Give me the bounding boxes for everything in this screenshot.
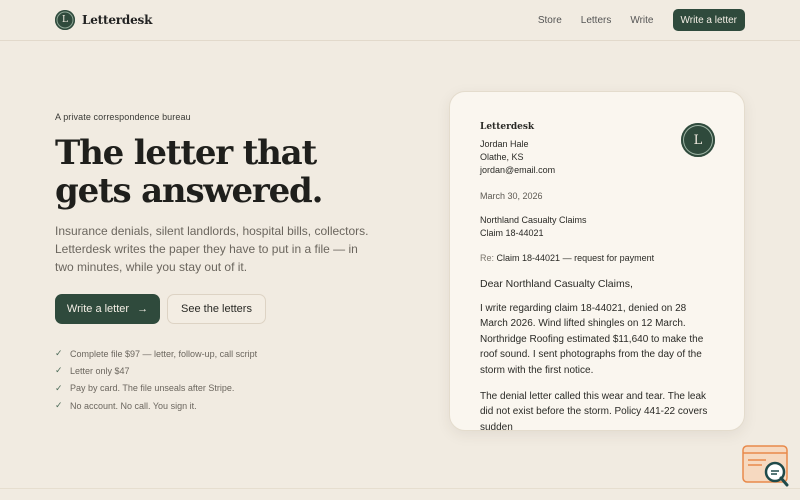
- sample-letter-card: L Letterdesk Jordan Hale Olathe, KS jord…: [449, 91, 745, 431]
- see-letters-button[interactable]: See the letters: [167, 294, 266, 324]
- subject-text: Claim 18-44021 — request for payment: [496, 253, 655, 263]
- letter-paragraph-2: The denial letter called this wear and t…: [480, 391, 708, 431]
- section-divider: [0, 488, 800, 489]
- letter-letterhead: Letterdesk: [480, 122, 535, 132]
- check-icon: ✓: [55, 382, 63, 393]
- nav-link-letters[interactable]: Letters: [581, 15, 612, 26]
- recipient-name: Northland Casualty Claims: [480, 215, 587, 225]
- checklist-item-text: Pay by card. The file unseals after Stri…: [70, 383, 235, 394]
- write-letter-button[interactable]: Write a letter →: [55, 294, 160, 324]
- checklist-item: ✓ Complete file $97 — letter, follow-up, …: [55, 345, 257, 362]
- hero-eyebrow: A private correspondence bureau: [55, 112, 191, 122]
- hero-subhead: Insurance denials, silent landlords, hos…: [55, 224, 369, 274]
- sender-name: Jordan Hale: [480, 139, 529, 149]
- sender-city: Olathe, KS: [480, 152, 524, 162]
- recipient-block: Northland Casualty Claims Claim 18-44021: [480, 214, 716, 240]
- letter-subject: Re: Claim 18-44021 — request for payment: [480, 253, 716, 263]
- top-navigation-bar: L Letterdesk Store Letters Write Write a…: [0, 0, 800, 41]
- nav-link-write[interactable]: Write: [630, 15, 653, 26]
- check-icon: ✓: [55, 400, 63, 411]
- checklist-item-text: Complete file $97 — letter, follow-up, c…: [70, 348, 258, 359]
- sender-email: jordan@email.com: [480, 165, 556, 175]
- letter-paragraph-1: I write regarding claim 18-44021, denied…: [480, 303, 704, 376]
- recipient-claim: Claim 18-44021: [480, 228, 544, 238]
- checklist-item: ✓ Letter only $47: [55, 362, 257, 379]
- check-icon: ✓: [55, 365, 63, 376]
- feature-checklist: ✓ Complete file $97 — letter, follow-up, …: [55, 345, 257, 414]
- letter-body: Letterdesk Jordan Hale Olathe, KS jordan…: [480, 122, 716, 431]
- checklist-item-text: Letter only $47: [70, 365, 130, 376]
- brand-name: Letterdesk: [82, 13, 153, 27]
- check-icon: ✓: [55, 348, 63, 359]
- letter-salutation: Dear Northland Casualty Claims,: [480, 278, 633, 290]
- nav-link-store[interactable]: Store: [538, 15, 562, 26]
- main-nav: Store Letters Write Write a letter: [538, 9, 745, 31]
- search-widget-icon[interactable]: [742, 445, 790, 487]
- letter-date: March 30, 2026: [480, 191, 543, 201]
- arrow-right-icon: →: [137, 303, 149, 315]
- subject-label: Re:: [480, 253, 495, 263]
- see-letters-button-label: See the letters: [181, 303, 252, 315]
- checklist-item: ✓ No account. No call. You sign it.: [55, 397, 257, 414]
- hero-headline-line-1: The letter that: [55, 133, 317, 173]
- brand[interactable]: L Letterdesk: [55, 10, 152, 30]
- header-write-letter-button[interactable]: Write a letter: [672, 9, 745, 31]
- checklist-item-text: No account. No call. You sign it.: [70, 400, 197, 411]
- checklist-item: ✓ Pay by card. The file unseals after Str…: [55, 380, 257, 397]
- logo-mark-icon: L: [55, 10, 75, 30]
- hero-headline: The letter that gets answered.: [55, 134, 375, 210]
- hero-headline-line-2: gets answered.: [55, 171, 323, 211]
- write-letter-button-label: Write a letter: [66, 303, 130, 315]
